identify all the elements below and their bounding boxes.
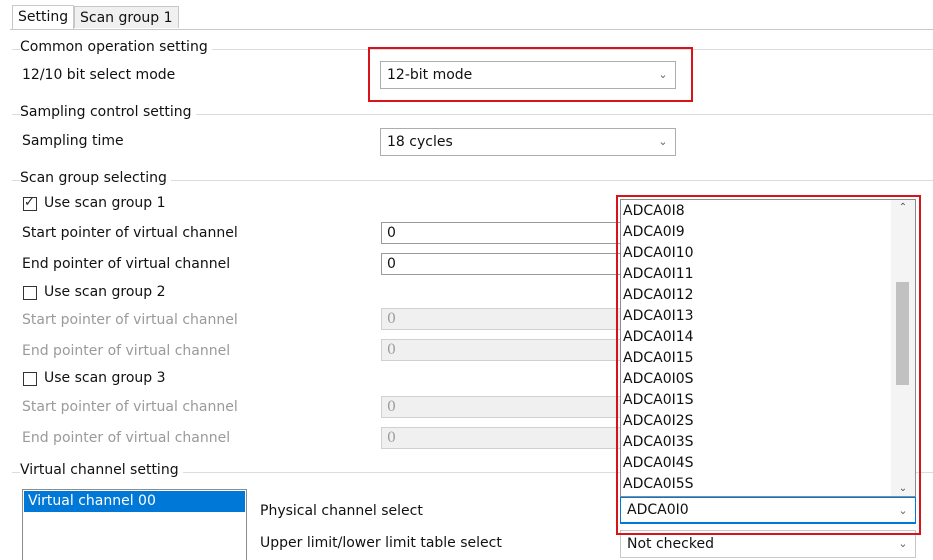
g1-start-pointer-input[interactable]: 0 [381, 222, 626, 244]
sampling-time-select[interactable]: 18 cycles ⌄ [380, 128, 676, 156]
g1-end-pointer-label: End pointer of virtual channel [22, 256, 231, 272]
check-icon: ✓ [24, 195, 35, 210]
virtual-channel-list[interactable]: Virtual channel 00 [22, 489, 247, 560]
g2-start-pointer-label: Start pointer of virtual channel [22, 312, 238, 328]
scan-group-3-label: Use scan group 3 [44, 370, 166, 386]
sampling-time-value: 18 cycles [387, 134, 453, 150]
g3-end-pointer-label: End pointer of virtual channel [22, 430, 231, 446]
tab-scan-group-1[interactable]: Scan group 1 [74, 6, 179, 28]
g3-end-pointer-input: 0 [381, 427, 626, 449]
scan-group-2-checkbox[interactable] [23, 286, 37, 300]
g2-end-pointer-input: 0 [381, 339, 626, 361]
virtual-channel-item-selected[interactable]: Virtual channel 00 [24, 491, 245, 512]
bit-mode-label: 12/10 bit select mode [22, 67, 176, 83]
physical-channel-label: Physical channel select [260, 503, 423, 519]
sampling-group-title: Sampling control setting [20, 104, 196, 120]
g1-end-pointer-input[interactable]: 0 [381, 253, 626, 275]
chevron-down-icon[interactable]: ⌄ [651, 129, 675, 155]
limit-table-value: Not checked [627, 536, 714, 552]
scan-group-1-checkbox[interactable]: ✓ [23, 195, 37, 211]
highlight-box-bit-mode [368, 47, 693, 102]
scan-group-2-label: Use scan group 2 [44, 284, 166, 300]
scan-group-1-label: Use scan group 1 [44, 195, 166, 211]
g1-start-pointer-label: Start pointer of virtual channel [22, 225, 238, 241]
common-group-title: Common operation setting [20, 39, 212, 55]
scan-group-title: Scan group selecting [20, 170, 171, 186]
g2-start-pointer-input: 0 [381, 308, 626, 330]
g3-start-pointer-label: Start pointer of virtual channel [22, 399, 238, 415]
limit-table-label: Upper limit/lower limit table select [260, 535, 502, 551]
sampling-time-label: Sampling time [22, 133, 124, 149]
g2-end-pointer-label: End pointer of virtual channel [22, 343, 231, 359]
tab-divider [10, 29, 933, 30]
tab-setting[interactable]: Setting [12, 5, 75, 29]
virtual-group-title: Virtual channel setting [20, 462, 183, 478]
scan-group-3-checkbox[interactable] [23, 372, 37, 386]
highlight-box-dropdown [616, 195, 921, 535]
g3-start-pointer-input: 0 [381, 396, 626, 418]
